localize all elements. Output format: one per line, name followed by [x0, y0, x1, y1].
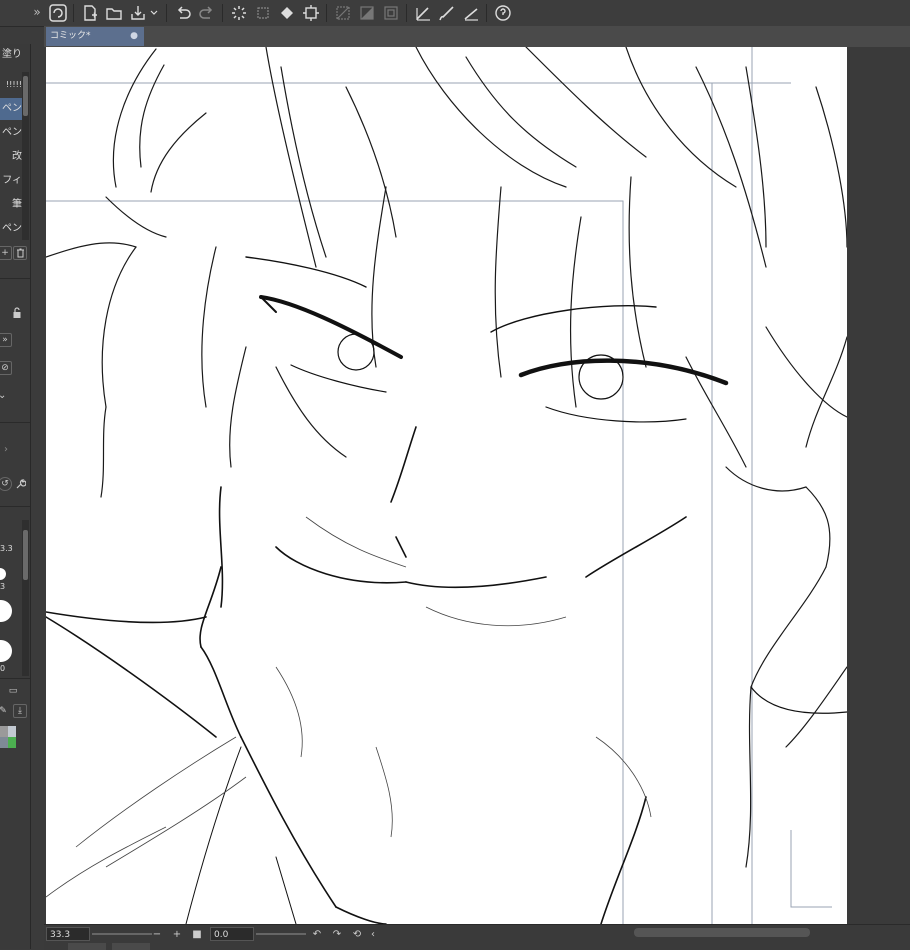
zoom-in-button[interactable]: +	[170, 927, 184, 941]
ruler-tool-icon[interactable]	[461, 3, 481, 23]
transform-icon[interactable]	[253, 3, 273, 23]
brush-size-value-2: 3	[0, 582, 6, 591]
brush-tool-icon[interactable]	[437, 3, 457, 23]
rotation-input[interactable]: 0.0	[210, 927, 254, 941]
brush-size-value: 3.3	[0, 544, 13, 553]
trash-icon[interactable]	[13, 246, 27, 260]
eyedropper-icon[interactable]: ✎	[0, 704, 10, 718]
tool-item-fill[interactable]: 塗り	[0, 44, 22, 66]
fill-icon[interactable]	[277, 3, 297, 23]
undo-icon[interactable]	[173, 3, 193, 23]
rotate-left-icon[interactable]: ↶	[310, 927, 324, 941]
left-tool-panel: 塗り !!!!! ペン ペン 改 フィ 筆 ペン + » ⊘ ⌄ › ↺ 3.3…	[0, 44, 31, 949]
tool-list-scrollbar[interactable]	[22, 72, 29, 240]
brush-size-value-3: 0	[0, 664, 6, 673]
open-file-icon[interactable]	[104, 3, 124, 23]
chevron-double-down-icon[interactable]: »	[0, 333, 12, 347]
layer-icon[interactable]: ▭	[6, 684, 20, 698]
reset-icon[interactable]: ↺	[0, 477, 12, 491]
tool-item-kai[interactable]: 改	[0, 146, 22, 168]
crop-icon[interactable]	[301, 3, 321, 23]
color-swatch-green[interactable]	[8, 737, 16, 748]
brush-preview-small[interactable]	[0, 568, 6, 580]
fit-icon[interactable]: ■	[190, 927, 204, 941]
tool-item-brush[interactable]: 筆	[0, 194, 22, 216]
tool-item-pen-2[interactable]: ペン	[0, 218, 22, 240]
select-all-icon[interactable]	[381, 3, 401, 23]
document-tab-bar: コミック* ●	[44, 26, 910, 47]
tab-title: コミック*	[50, 31, 91, 41]
help-icon[interactable]	[493, 3, 513, 23]
chevron-right-icon[interactable]: ›	[4, 444, 8, 455]
color-swatch-gray[interactable]	[0, 726, 8, 737]
invert-selection-icon[interactable]	[357, 3, 377, 23]
canvas-paper[interactable]	[46, 47, 847, 924]
canvas-outside-area	[847, 47, 910, 924]
reset-rotation-icon[interactable]: ⟲	[350, 927, 364, 941]
modified-marker: ●	[130, 31, 138, 41]
add-item-icon[interactable]: +	[0, 246, 12, 260]
canvas-area[interactable]	[44, 47, 910, 924]
zoom-input[interactable]: 33.3	[46, 927, 90, 941]
status-collapse-button[interactable]: ‹	[366, 927, 380, 941]
no-entry-icon[interactable]: ⊘	[0, 361, 12, 375]
tab-comic[interactable]: コミック* ●	[46, 27, 144, 46]
save-icon[interactable]	[128, 3, 148, 23]
lock-icon[interactable]	[10, 306, 24, 320]
rotation-slider[interactable]	[256, 933, 306, 935]
brush-preview-large[interactable]	[0, 640, 12, 662]
tool-item-pen[interactable]: ペン	[0, 122, 22, 144]
tool-list-buttons: +	[0, 242, 30, 264]
app-logo-icon[interactable]	[48, 3, 68, 23]
redo-icon[interactable]	[197, 3, 217, 23]
chevron-down-icon[interactable]: ⌄	[0, 390, 6, 401]
tool-item-pen-selected[interactable]: ペン	[0, 98, 22, 120]
tool-item-fi[interactable]: フィ	[0, 170, 22, 192]
rotate-right-icon[interactable]: ↷	[330, 927, 344, 941]
clear-selection-icon[interactable]	[333, 3, 353, 23]
loading-icon[interactable]	[229, 3, 249, 23]
pen-tool-icon[interactable]	[413, 3, 433, 23]
main-toolbar: »	[0, 0, 910, 27]
zoom-slider[interactable]	[92, 933, 152, 935]
new-file-icon[interactable]	[80, 3, 100, 23]
sketch-drawing	[46, 47, 847, 924]
brush-size-scrollbar[interactable]	[22, 520, 29, 676]
status-bar: 33.3 − + ■ 0.0 ↶ ↷ ⟲ ‹	[44, 924, 910, 950]
zoom-out-button[interactable]: −	[150, 927, 164, 941]
toolbar-collapse-button[interactable]: »	[30, 0, 44, 26]
horizontal-scrollbar[interactable]	[634, 928, 810, 937]
tool-item-pattern[interactable]: !!!!!	[0, 74, 22, 96]
import-icon[interactable]: ⤓	[13, 704, 27, 718]
wrench-icon[interactable]	[13, 477, 27, 491]
chevron-down-icon[interactable]	[148, 3, 160, 23]
color-swatch-slate[interactable]	[0, 737, 8, 748]
brush-preview-medium[interactable]	[0, 600, 12, 622]
color-swatch-light[interactable]	[8, 726, 16, 737]
